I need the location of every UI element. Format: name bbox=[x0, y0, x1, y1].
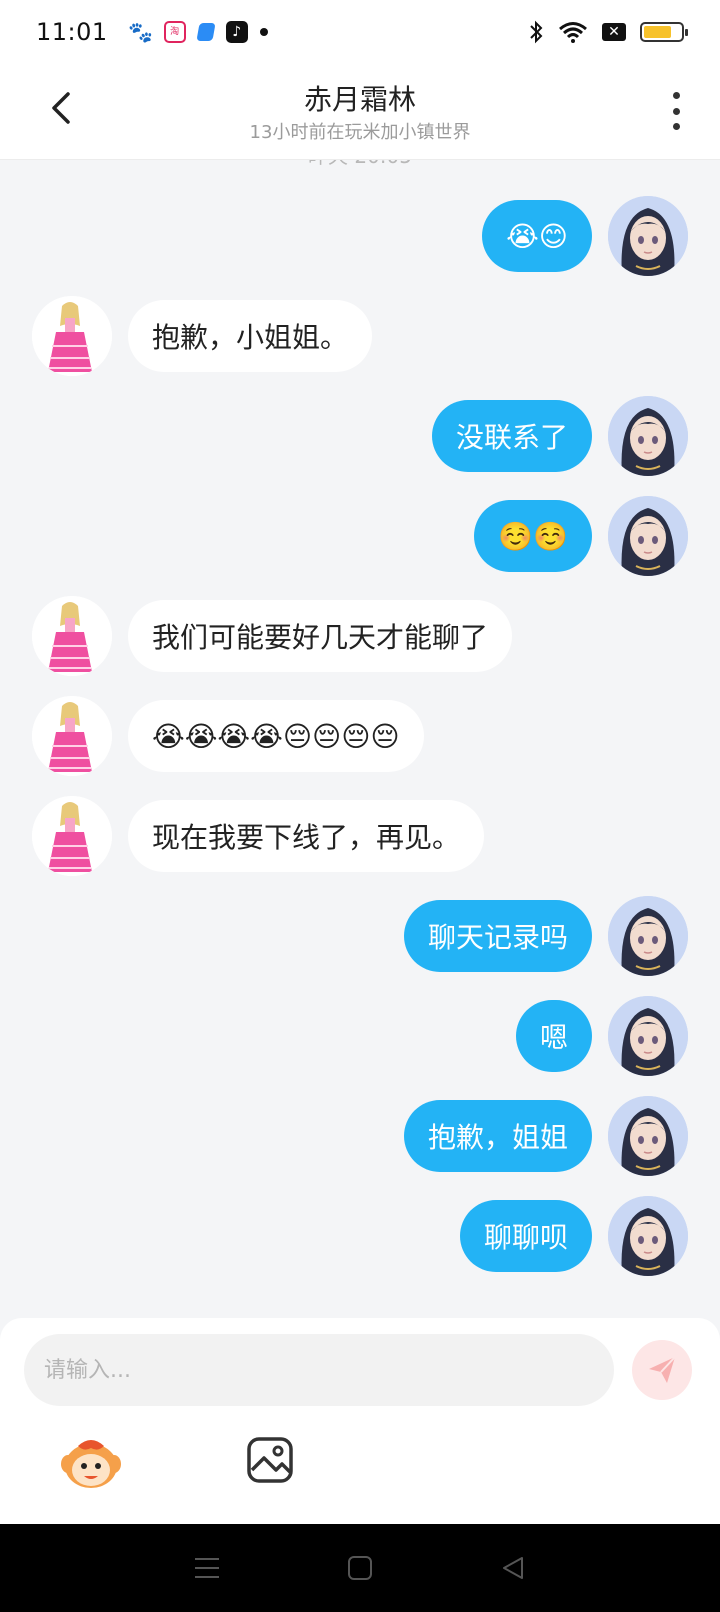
bluetooth-icon bbox=[528, 20, 544, 44]
contact-avatar[interactable] bbox=[32, 696, 112, 776]
my-avatar[interactable] bbox=[608, 1096, 688, 1176]
send-button[interactable] bbox=[632, 1340, 692, 1400]
message-bubble[interactable]: 没联系了 bbox=[431, 400, 592, 472]
my-avatar[interactable] bbox=[608, 396, 688, 476]
chat-list[interactable]: 昨天 20:05 😭😊 抱歉，小姐姐。没联系了 ☺️☺️ 我们可能要好几天才能聊了 😭😭… bbox=[0, 160, 720, 1320]
home-icon[interactable] bbox=[340, 1548, 380, 1588]
my-avatar[interactable] bbox=[608, 996, 688, 1076]
blue-app-icon bbox=[196, 23, 216, 41]
contact-avatar[interactable] bbox=[32, 796, 112, 876]
my-avatar[interactable] bbox=[608, 896, 688, 976]
message-input[interactable] bbox=[24, 1334, 614, 1406]
sent-message: 聊天记录吗 bbox=[0, 896, 720, 976]
contact-avatar[interactable] bbox=[32, 596, 112, 676]
system-nav-bar bbox=[0, 1524, 720, 1612]
message-timestamp: 昨天 20:05 bbox=[0, 160, 720, 169]
message-bubble[interactable]: 聊天记录吗 bbox=[403, 900, 592, 972]
my-avatar[interactable] bbox=[608, 1196, 688, 1276]
contact-avatar[interactable] bbox=[32, 296, 112, 376]
message-bubble[interactable]: 抱歉，小姐姐。 bbox=[128, 300, 373, 372]
chat-header: 赤月霜林 13小时前在玩米加小镇世界 bbox=[0, 64, 720, 160]
sent-message: 嗯 bbox=[0, 996, 720, 1076]
page-title: 赤月霜林 bbox=[303, 83, 416, 116]
no-sim-icon: ✕ bbox=[602, 23, 626, 41]
received-message: 抱歉，小姐姐。 bbox=[0, 296, 720, 376]
menu-icon[interactable] bbox=[187, 1548, 227, 1588]
sent-message: 没联系了 bbox=[0, 396, 720, 476]
status-bar: 11:01 🐾 淘 ♪ ✕ bbox=[0, 0, 720, 64]
received-message: 😭😭😭😭😔😔😔😔 bbox=[0, 696, 720, 776]
wifi-icon bbox=[558, 21, 588, 43]
baidu-icon: 🐾 bbox=[128, 20, 154, 44]
status-time: 11:01 bbox=[36, 18, 108, 46]
my-avatar[interactable] bbox=[608, 196, 688, 276]
message-bubble[interactable]: 嗯 bbox=[515, 1000, 592, 1072]
status-right: ✕ bbox=[528, 20, 688, 44]
sent-message: 😭😊 bbox=[0, 196, 720, 276]
received-message: 现在我要下线了，再见。 bbox=[0, 796, 720, 876]
message-bubble[interactable]: 现在我要下线了，再见。 bbox=[128, 800, 485, 872]
notification-dot-icon bbox=[259, 28, 268, 36]
more-options-icon[interactable] bbox=[670, 92, 682, 130]
message-bubble[interactable]: 聊聊呗 bbox=[459, 1200, 592, 1272]
message-bubble[interactable]: 抱歉，姐姐 bbox=[403, 1100, 592, 1172]
status-app-icons: 🐾 淘 ♪ bbox=[128, 20, 268, 44]
message-bubble[interactable]: ☺️☺️ bbox=[474, 500, 592, 572]
message-bubble[interactable]: 😭😊 bbox=[482, 200, 592, 272]
sent-message: 抱歉，姐姐 bbox=[0, 1096, 720, 1176]
online-status: 13小时前在玩米加小镇世界 bbox=[249, 122, 471, 143]
monkey-emoji-icon[interactable] bbox=[60, 1436, 122, 1492]
battery-icon bbox=[640, 22, 688, 42]
received-message: 我们可能要好几天才能聊了 bbox=[0, 596, 720, 676]
sent-message: 聊聊呗 bbox=[0, 1196, 720, 1276]
my-avatar[interactable] bbox=[608, 496, 688, 576]
image-icon[interactable] bbox=[246, 1436, 294, 1484]
message-bubble[interactable]: 我们可能要好几天才能聊了 bbox=[128, 600, 513, 672]
taobao-icon: 淘 bbox=[163, 21, 186, 43]
input-area bbox=[0, 1318, 720, 1524]
message-bubble[interactable]: 😭😭😭😭😔😔😔😔 bbox=[128, 700, 424, 772]
back-triangle-icon[interactable] bbox=[493, 1548, 533, 1588]
battery-fill bbox=[644, 26, 671, 38]
tiktok-icon: ♪ bbox=[225, 21, 248, 43]
sent-message: ☺️☺️ bbox=[0, 496, 720, 576]
